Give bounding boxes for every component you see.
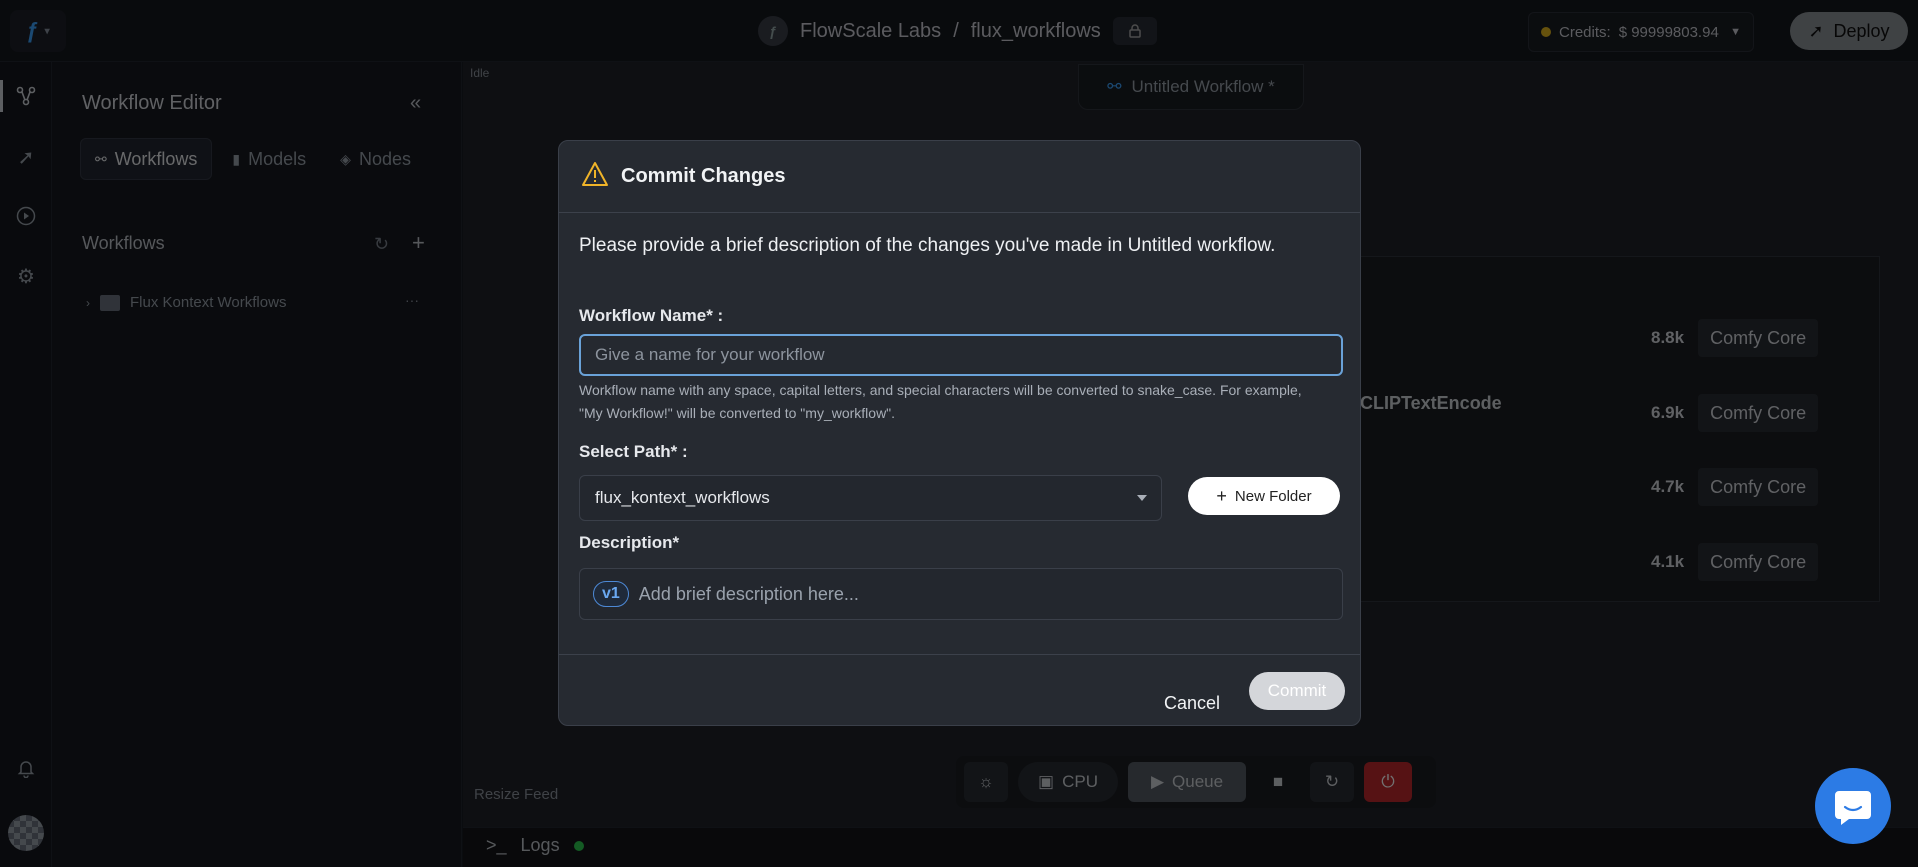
cancel-button[interactable]: Cancel bbox=[1164, 693, 1220, 714]
dialog-description: Please provide a brief description of th… bbox=[579, 235, 1276, 256]
description-label: Description* bbox=[579, 533, 680, 552]
description-field[interactable]: v1 bbox=[579, 568, 1343, 620]
commit-changes-dialog: Commit Changes Please provide a brief de… bbox=[558, 140, 1361, 726]
dialog-footer: Cancel Commit bbox=[559, 654, 1360, 725]
version-badge: v1 bbox=[593, 581, 629, 607]
dialog-header: Commit Changes bbox=[559, 141, 1360, 213]
chat-bubble-icon bbox=[1835, 791, 1871, 825]
warning-icon bbox=[581, 161, 609, 192]
caret-down-icon bbox=[1137, 495, 1147, 501]
workflow-name-label: Workflow Name* : bbox=[579, 306, 724, 325]
select-path-label: Select Path* : bbox=[579, 442, 688, 461]
plus-icon: + bbox=[1216, 485, 1227, 506]
new-folder-label: New Folder bbox=[1234, 487, 1312, 505]
workflow-name-help: Workflow name with any space, capital le… bbox=[579, 382, 1302, 421]
dialog-title: Commit Changes bbox=[621, 165, 786, 187]
workflow-name-input[interactable] bbox=[579, 334, 1343, 376]
new-folder-button[interactable]: + New Folder bbox=[1188, 477, 1340, 515]
path-select-value: flux_kontext_workflows bbox=[595, 488, 770, 507]
commit-button[interactable]: Commit bbox=[1249, 672, 1345, 710]
description-input[interactable] bbox=[638, 583, 1342, 605]
chat-support-button[interactable] bbox=[1815, 768, 1891, 844]
path-select[interactable]: flux_kontext_workflows bbox=[579, 475, 1162, 521]
